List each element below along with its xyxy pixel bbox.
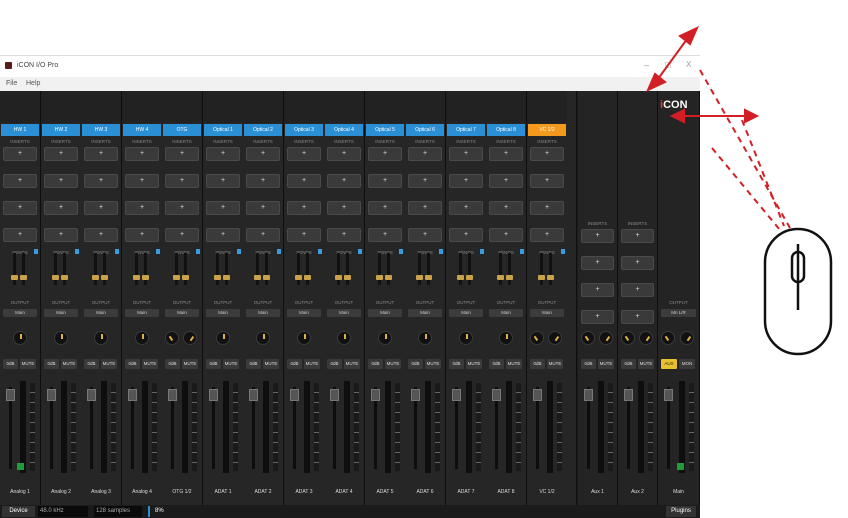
- annotation-overlay: [646, 25, 833, 356]
- mouse-icon: [763, 227, 833, 356]
- arrow-head-up: [678, 25, 699, 46]
- guide-line-2: [711, 147, 781, 231]
- arrow-head-left: [669, 108, 685, 124]
- resize-arrow-line: [654, 34, 691, 84]
- arrow-head-right: [744, 108, 760, 124]
- arrow-head-down: [646, 72, 667, 93]
